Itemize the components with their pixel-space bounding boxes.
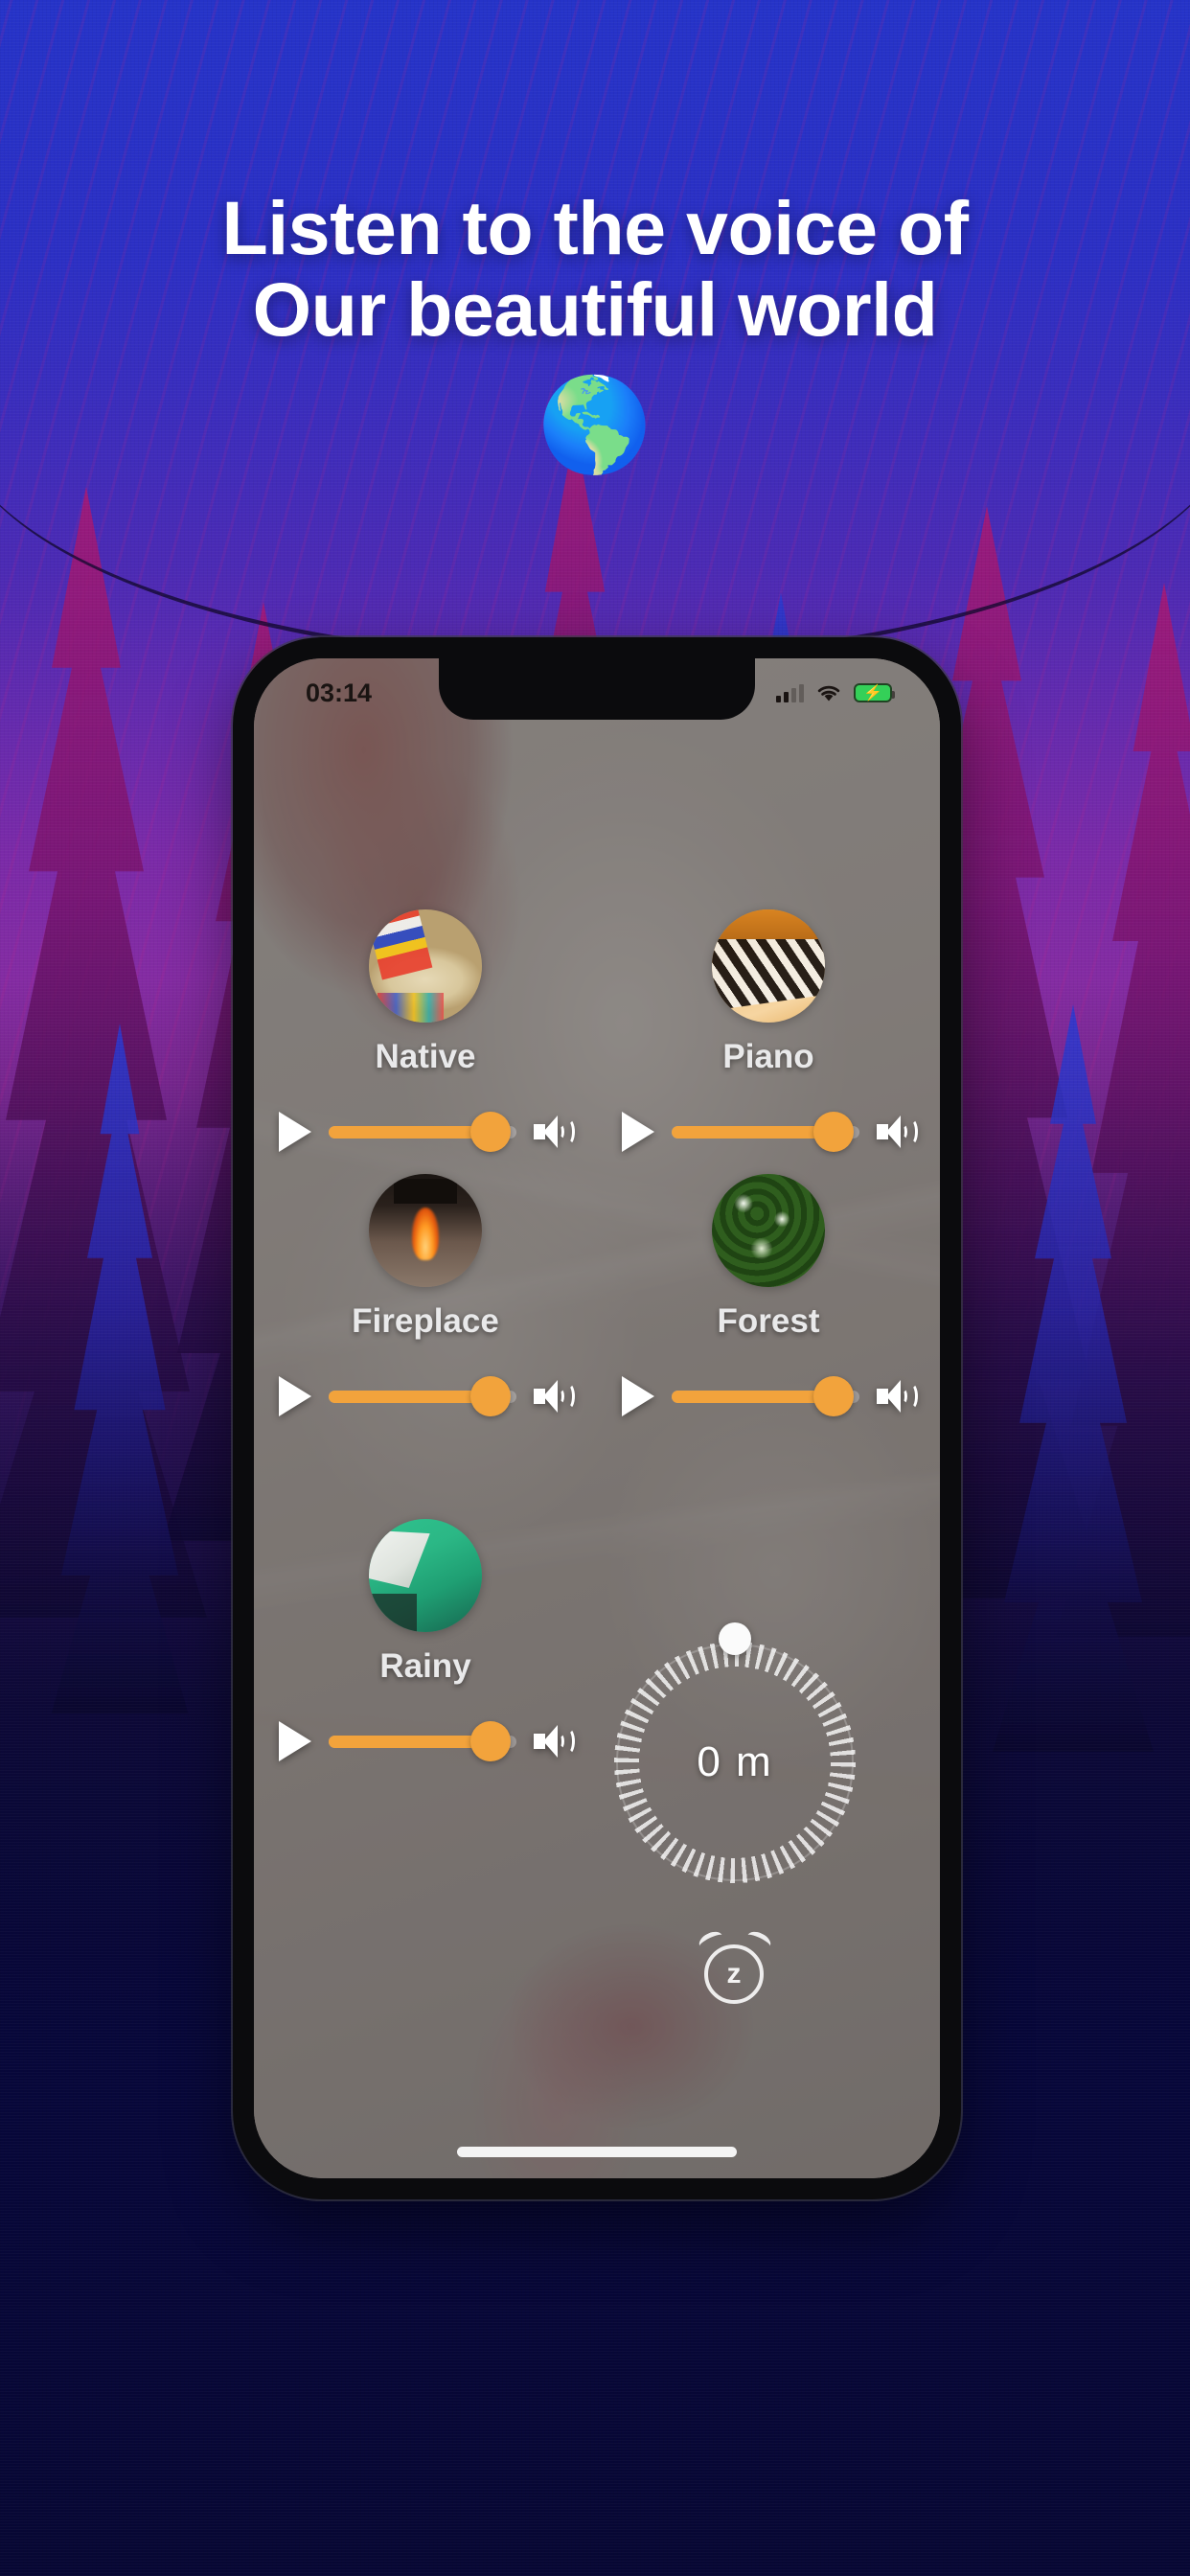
slider-fill xyxy=(329,1390,491,1403)
sound-controls xyxy=(254,1711,597,1772)
status-bar-indicators: ⚡ xyxy=(776,682,895,703)
rainy-thumbnail[interactable] xyxy=(369,1519,482,1632)
headline-line-1: Listen to the voice of xyxy=(221,185,969,270)
play-icon[interactable] xyxy=(279,1721,311,1761)
piano-keys-thumbnail[interactable] xyxy=(712,909,825,1023)
volume-slider[interactable] xyxy=(329,1721,516,1761)
sound-card-rainy[interactable]: Rainy xyxy=(254,1427,597,1772)
speaker-icon[interactable] xyxy=(877,1380,918,1413)
sound-controls xyxy=(254,1366,597,1427)
volume-slider[interactable] xyxy=(672,1112,859,1152)
play-icon[interactable] xyxy=(279,1376,311,1416)
sound-label: Forest xyxy=(717,1302,820,1340)
phone-mockup: 03:14 ⚡ Native Piano Fireplace Forest Ra… xyxy=(233,637,961,2199)
volume-slider[interactable] xyxy=(329,1112,516,1152)
play-icon[interactable] xyxy=(279,1112,311,1152)
speaker-icon[interactable] xyxy=(534,1725,575,1758)
sound-label: Native xyxy=(375,1038,476,1075)
slider-knob[interactable] xyxy=(812,1376,854,1416)
sound-label: Rainy xyxy=(379,1647,471,1685)
volume-slider[interactable] xyxy=(672,1376,859,1416)
phone-notch xyxy=(439,658,755,720)
slider-knob[interactable] xyxy=(469,1721,511,1761)
slider-fill xyxy=(329,1125,491,1138)
slider-knob[interactable] xyxy=(812,1112,854,1152)
speaker-icon[interactable] xyxy=(877,1116,918,1148)
timer-value: 0 m xyxy=(697,1738,773,1785)
alarm-snooze-icon[interactable]: z xyxy=(696,1928,774,2010)
play-icon[interactable] xyxy=(622,1112,654,1152)
sleep-timer-dial[interactable]: 0 m xyxy=(610,1622,859,1887)
headline-line-2: Our beautiful world xyxy=(252,265,938,352)
slider-knob[interactable] xyxy=(469,1376,511,1416)
globe-icon: 🌎 xyxy=(538,374,652,476)
battery-charging-icon: ⚡ xyxy=(854,683,895,702)
snooze-glyph: z xyxy=(704,1944,764,2004)
sound-label: Fireplace xyxy=(352,1302,499,1340)
cellular-signal-icon xyxy=(776,683,804,702)
sound-card-piano[interactable]: Piano xyxy=(597,898,940,1162)
slider-fill xyxy=(329,1735,491,1748)
forest-trees-thumbnail[interactable] xyxy=(712,1174,825,1287)
sound-controls xyxy=(597,1366,940,1427)
charging-bolt-glyph: ⚡ xyxy=(863,685,882,702)
phone-screen: 03:14 ⚡ Native Piano Fireplace Forest Ra… xyxy=(254,658,940,2178)
sound-controls xyxy=(597,1101,940,1162)
sound-card-forest[interactable]: Forest xyxy=(597,1162,940,1427)
sound-card-native[interactable]: Native xyxy=(254,898,597,1162)
home-indicator[interactable] xyxy=(457,2147,737,2157)
slider-fill xyxy=(672,1125,834,1138)
slider-fill xyxy=(672,1390,834,1403)
play-icon[interactable] xyxy=(622,1376,654,1416)
wifi-icon xyxy=(817,685,840,702)
slider-knob[interactable] xyxy=(469,1112,511,1152)
fireplace-thumbnail[interactable] xyxy=(369,1174,482,1287)
speaker-icon[interactable] xyxy=(534,1116,575,1148)
speaker-icon[interactable] xyxy=(534,1380,575,1413)
promo-headline: Listen to the voice of Our beautiful wor… xyxy=(0,185,1190,352)
sound-card-fireplace[interactable]: Fireplace xyxy=(254,1162,597,1427)
status-bar-time: 03:14 xyxy=(306,678,373,707)
sound-controls xyxy=(254,1101,597,1162)
volume-slider[interactable] xyxy=(329,1376,516,1416)
native-drum-thumbnail[interactable] xyxy=(369,909,482,1023)
sound-label: Piano xyxy=(722,1038,814,1075)
